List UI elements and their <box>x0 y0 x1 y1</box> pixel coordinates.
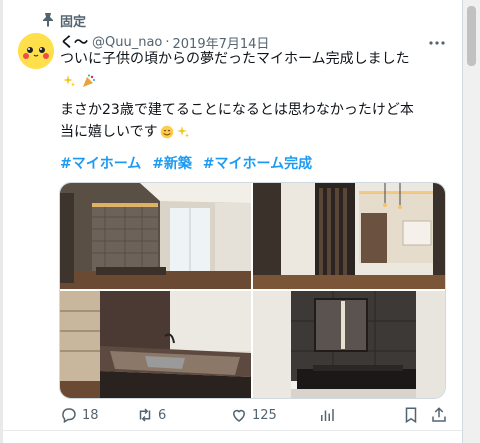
smiling-face-emoji-icon <box>160 125 173 139</box>
retweet-button[interactable]: 6 <box>136 404 166 426</box>
avatar[interactable] <box>18 33 54 69</box>
kitchen-image <box>60 291 251 398</box>
pinned-label: 固定 <box>60 15 87 30</box>
washroom-image <box>253 291 445 398</box>
tweet-text-line-4: 当に嬉しいです <box>60 121 455 143</box>
hashtag-link[interactable]: #マイホーム完成 <box>203 156 312 172</box>
dining-room-image <box>253 183 445 289</box>
timeline-left-border <box>0 0 3 443</box>
views-button[interactable] <box>318 404 336 426</box>
views-chart-icon <box>321 409 334 421</box>
scrollbar[interactable] <box>463 0 480 443</box>
like-count: 125 <box>252 407 277 423</box>
pikachu-avatar-icon <box>18 33 54 69</box>
pinned-indicator <box>40 10 56 30</box>
tweet-text-line-4-text: 当に嬉しいです <box>60 124 158 140</box>
like-button[interactable]: 125 <box>230 404 277 426</box>
heart-icon <box>232 409 246 422</box>
dining-room-photo[interactable] <box>253 183 445 289</box>
pin-icon <box>43 13 53 27</box>
reply-count: 18 <box>82 407 99 423</box>
retweet-icon <box>139 408 151 422</box>
bookmark-button[interactable] <box>402 404 420 426</box>
tweet-text-line-1: ついに子供の頃からの夢だったマイホーム完成しました <box>60 51 410 67</box>
scrollbar-thumb[interactable] <box>467 6 476 66</box>
reply-button[interactable]: 18 <box>60 404 99 426</box>
media-grid <box>59 182 446 399</box>
tweet-text-line-2 <box>60 70 455 92</box>
hashtag-link[interactable]: #マイホーム <box>60 156 141 172</box>
sparkles-emoji-icon <box>63 75 75 87</box>
living-room-image <box>60 183 251 289</box>
tweet-divider <box>0 430 462 431</box>
tweet-text-line-3: まさか23歳で建てることになるとは思わなかったけど本 <box>60 102 414 118</box>
sparkles-emoji-icon <box>176 126 189 138</box>
washroom-photo[interactable] <box>253 291 445 398</box>
hashtag-link[interactable]: #新築 <box>152 156 192 172</box>
bookmark-icon <box>405 407 417 424</box>
tweet-actions: 18 6 125 <box>60 404 450 426</box>
reply-icon <box>62 408 76 424</box>
retweet-count: 6 <box>158 407 167 423</box>
kitchen-photo[interactable] <box>60 291 251 398</box>
party-popper-emoji-icon <box>83 74 96 87</box>
living-room-photo[interactable] <box>60 183 251 289</box>
hashtag-list: #マイホーム #新築 #マイホーム完成 <box>60 153 318 173</box>
share-icon <box>432 407 446 422</box>
share-button[interactable] <box>430 404 448 426</box>
